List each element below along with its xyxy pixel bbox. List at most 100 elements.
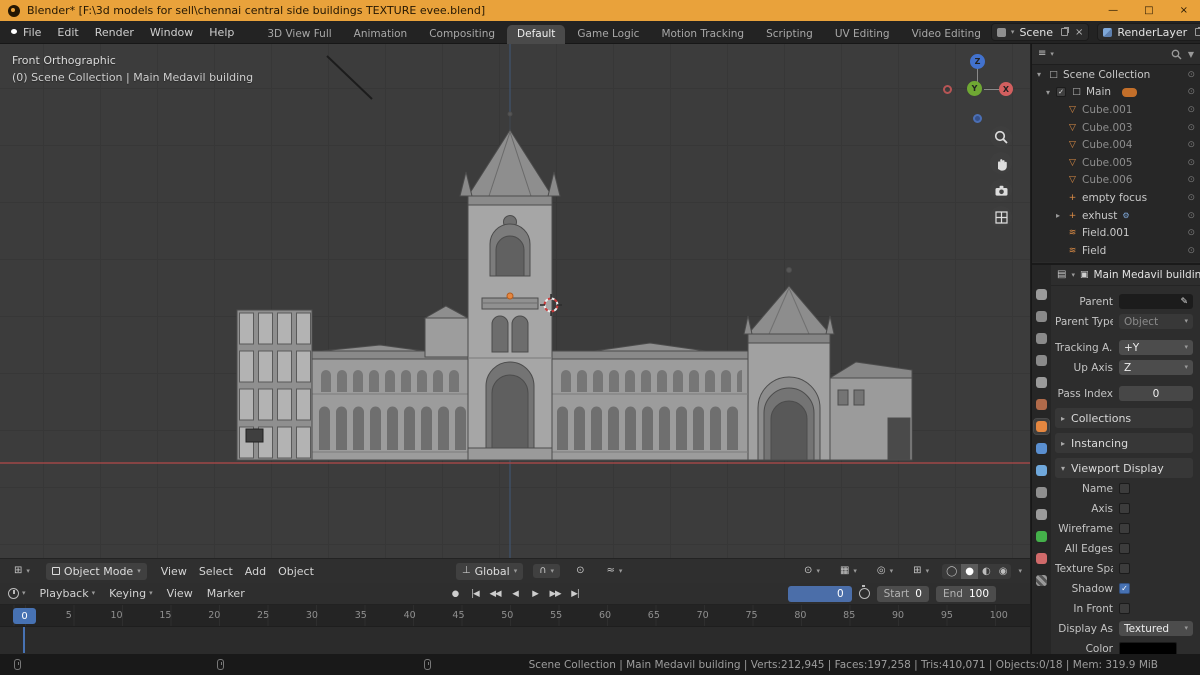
proportional-editing-toggle[interactable]: ⊙ <box>570 564 590 578</box>
viewport-menu[interactable]: View <box>157 563 191 580</box>
xray-toggle-icon[interactable]: ⊞ ▾ <box>907 564 935 578</box>
menubar-menu[interactable]: Window <box>143 24 200 41</box>
tracking-axis-dropdown[interactable]: +Y ▾ <box>1119 340 1193 355</box>
properties-tab-texture-icon[interactable] <box>1034 573 1049 588</box>
eyedropper-icon[interactable]: ✎ <box>1180 297 1188 307</box>
viewport-menu[interactable]: Select <box>195 563 237 580</box>
display-as-dropdown[interactable]: Textured ▾ <box>1119 621 1193 636</box>
outliner-item-label[interactable]: exhust <box>1082 210 1117 222</box>
display-option-checkbox[interactable] <box>1119 523 1130 534</box>
timeline-ruler[interactable]: 0 5 10 15 20 25 30 35 40 45 50 55 60 65 70 75 80 85 90 95 10… <box>0 605 1030 627</box>
properties-tab-physics-icon[interactable] <box>1034 485 1049 500</box>
parent-field[interactable]: ✎ <box>1119 294 1193 309</box>
outliner-item-label[interactable]: empty focus <box>1082 192 1147 204</box>
properties-tab-object-icon[interactable] <box>1033 418 1050 435</box>
timeline-editor-icon[interactable] <box>8 588 19 599</box>
display-option-checkbox[interactable] <box>1119 503 1130 514</box>
current-frame-field[interactable]: 0 <box>787 585 852 602</box>
scene-selector[interactable]: ▾ Scene × <box>990 23 1090 41</box>
snap-toggle[interactable]: ∩ ▾ <box>533 564 561 578</box>
gizmo-y-axis[interactable]: Y <box>967 81 982 96</box>
workspace-tab[interactable]: Game Logic <box>567 25 649 44</box>
next-keyframe-button[interactable]: ▶▶ <box>547 586 564 602</box>
menubar-menu[interactable]: Edit <box>50 24 85 41</box>
visibility-toggle-icon[interactable]: ⊙ <box>1187 140 1195 150</box>
camera-view-button[interactable] <box>990 179 1012 201</box>
workspace-tab[interactable]: UV Editing <box>825 25 900 44</box>
play-reverse-button[interactable]: ◀ <box>507 586 524 602</box>
record-button[interactable]: ● <box>447 586 464 602</box>
navigation-gizmo[interactable]: Z Y X <box>940 52 1016 128</box>
display-option-checkbox[interactable] <box>1119 563 1130 574</box>
timeline-track[interactable] <box>0 627 1030 653</box>
jump-to-start-button[interactable]: |◀ <box>467 586 484 602</box>
properties-tab-view-layer-icon[interactable] <box>1034 353 1049 368</box>
falloff-selector[interactable]: ≈ ▾ <box>600 564 628 578</box>
properties-tab-scene-icon[interactable] <box>1034 375 1049 390</box>
properties-tab-particles-icon[interactable] <box>1034 463 1049 478</box>
viewport-menu[interactable]: Add <box>241 563 270 580</box>
close-button[interactable]: × <box>1180 5 1188 16</box>
gizmo-z-axis[interactable]: Z <box>970 54 985 69</box>
gizmos-dropdown-icon[interactable]: ▦ ▾ <box>834 564 863 578</box>
solid-shading-button[interactable]: ● <box>961 563 979 579</box>
properties-editor-icon[interactable]: ▤ <box>1057 270 1066 280</box>
pan-button[interactable] <box>990 152 1012 174</box>
visibility-toggle-icon[interactable]: ⊙ <box>1187 211 1195 221</box>
jump-to-end-button[interactable]: ▶| <box>567 586 584 602</box>
gizmo-x-axis[interactable]: X <box>999 82 1013 96</box>
outliner-item-label[interactable]: Cube.006 <box>1082 174 1133 186</box>
outliner-item-label[interactable]: Field.001 <box>1082 227 1130 239</box>
pass-index-field[interactable]: 0 <box>1119 386 1193 401</box>
outliner-row[interactable]: ≋ Field ⊙ <box>1032 242 1200 260</box>
parent-type-dropdown[interactable]: Object ▾ <box>1119 314 1193 329</box>
outliner-row[interactable]: ▽ Cube.005 ⊙ <box>1032 154 1200 172</box>
filter-icon[interactable]: ▼ <box>1188 50 1194 59</box>
timeline-menu[interactable]: Keying ▾ <box>103 585 158 602</box>
outliner-item-label[interactable]: Main <box>1086 86 1111 98</box>
outliner-item-label[interactable]: Cube.001 <box>1082 104 1133 116</box>
disclosure-toggle-icon[interactable]: ▾ <box>1037 70 1047 79</box>
menubar-menu[interactable]: Render <box>88 24 141 41</box>
zoom-button[interactable] <box>990 126 1012 148</box>
properties-tab-modifiers-icon[interactable] <box>1034 441 1049 456</box>
properties-tab-world-icon[interactable] <box>1034 397 1049 412</box>
minimize-button[interactable]: — <box>1108 5 1118 16</box>
up-axis-dropdown[interactable]: Z ▾ <box>1119 360 1193 375</box>
outliner-row[interactable]: + empty focus ⊙ <box>1032 189 1200 207</box>
previous-keyframe-button[interactable]: ◀◀ <box>487 586 504 602</box>
visibility-toggle-icon[interactable]: ⊙ <box>1187 70 1195 80</box>
properties-tab-material-icon[interactable] <box>1034 551 1049 566</box>
visibility-toggle-icon[interactable]: ⊙ <box>1187 246 1195 256</box>
display-option-checkbox[interactable] <box>1119 483 1130 494</box>
new-scene-icon[interactable] <box>1060 28 1068 36</box>
outliner-item-label[interactable]: Cube.005 <box>1082 157 1133 169</box>
menubar-menu[interactable]: File <box>16 24 48 41</box>
play-button[interactable]: ▶ <box>527 586 544 602</box>
unlink-scene-icon[interactable]: × <box>1075 27 1083 38</box>
render-layer-name[interactable]: RenderLayer <box>1117 26 1187 39</box>
workspace-tab[interactable]: 3D View Full <box>257 25 341 44</box>
workspace-tab[interactable]: Default <box>507 24 566 44</box>
timeline-menu[interactable]: Marker ▾ <box>201 585 251 602</box>
timeline-menu[interactable]: View ▾ <box>161 585 199 602</box>
outliner-item-label[interactable]: Cube.004 <box>1082 139 1133 151</box>
visibility-toggle-icon[interactable]: ⊙ <box>1187 123 1195 133</box>
properties-tab-constraints-icon[interactable] <box>1034 507 1049 522</box>
properties-tab-object-data-icon[interactable] <box>1034 529 1049 544</box>
display-option-checkbox[interactable] <box>1119 603 1130 614</box>
maximize-button[interactable]: □ <box>1144 5 1153 16</box>
outliner-row[interactable]: ≋ Field.001 ⊙ <box>1032 224 1200 242</box>
visibility-toggle-icon[interactable]: ⊙ <box>1187 105 1195 115</box>
instancing-section-header[interactable]: ▸ Instancing <box>1055 433 1193 453</box>
overlays-dropdown-icon[interactable]: ◎ ▾ <box>871 564 899 578</box>
gizmo-negative-z-axis[interactable] <box>973 114 982 123</box>
outliner-row[interactable]: ▽ Cube.001 ⊙ <box>1032 101 1200 119</box>
rendered-shading-button[interactable]: ◉ <box>995 564 1012 579</box>
properties-tab-output-icon[interactable] <box>1034 331 1049 346</box>
editor-type-selector[interactable]: ⊞ ▾ <box>8 564 36 578</box>
workspace-tab[interactable]: Compositing <box>419 25 505 44</box>
visibility-dropdown-icon[interactable]: ⊙ ▾ <box>798 564 826 578</box>
visibility-toggle-icon[interactable]: ⊙ <box>1187 158 1195 168</box>
viewport-3d[interactable]: Front Orthographic (0) Scene Collection … <box>0 44 1030 558</box>
